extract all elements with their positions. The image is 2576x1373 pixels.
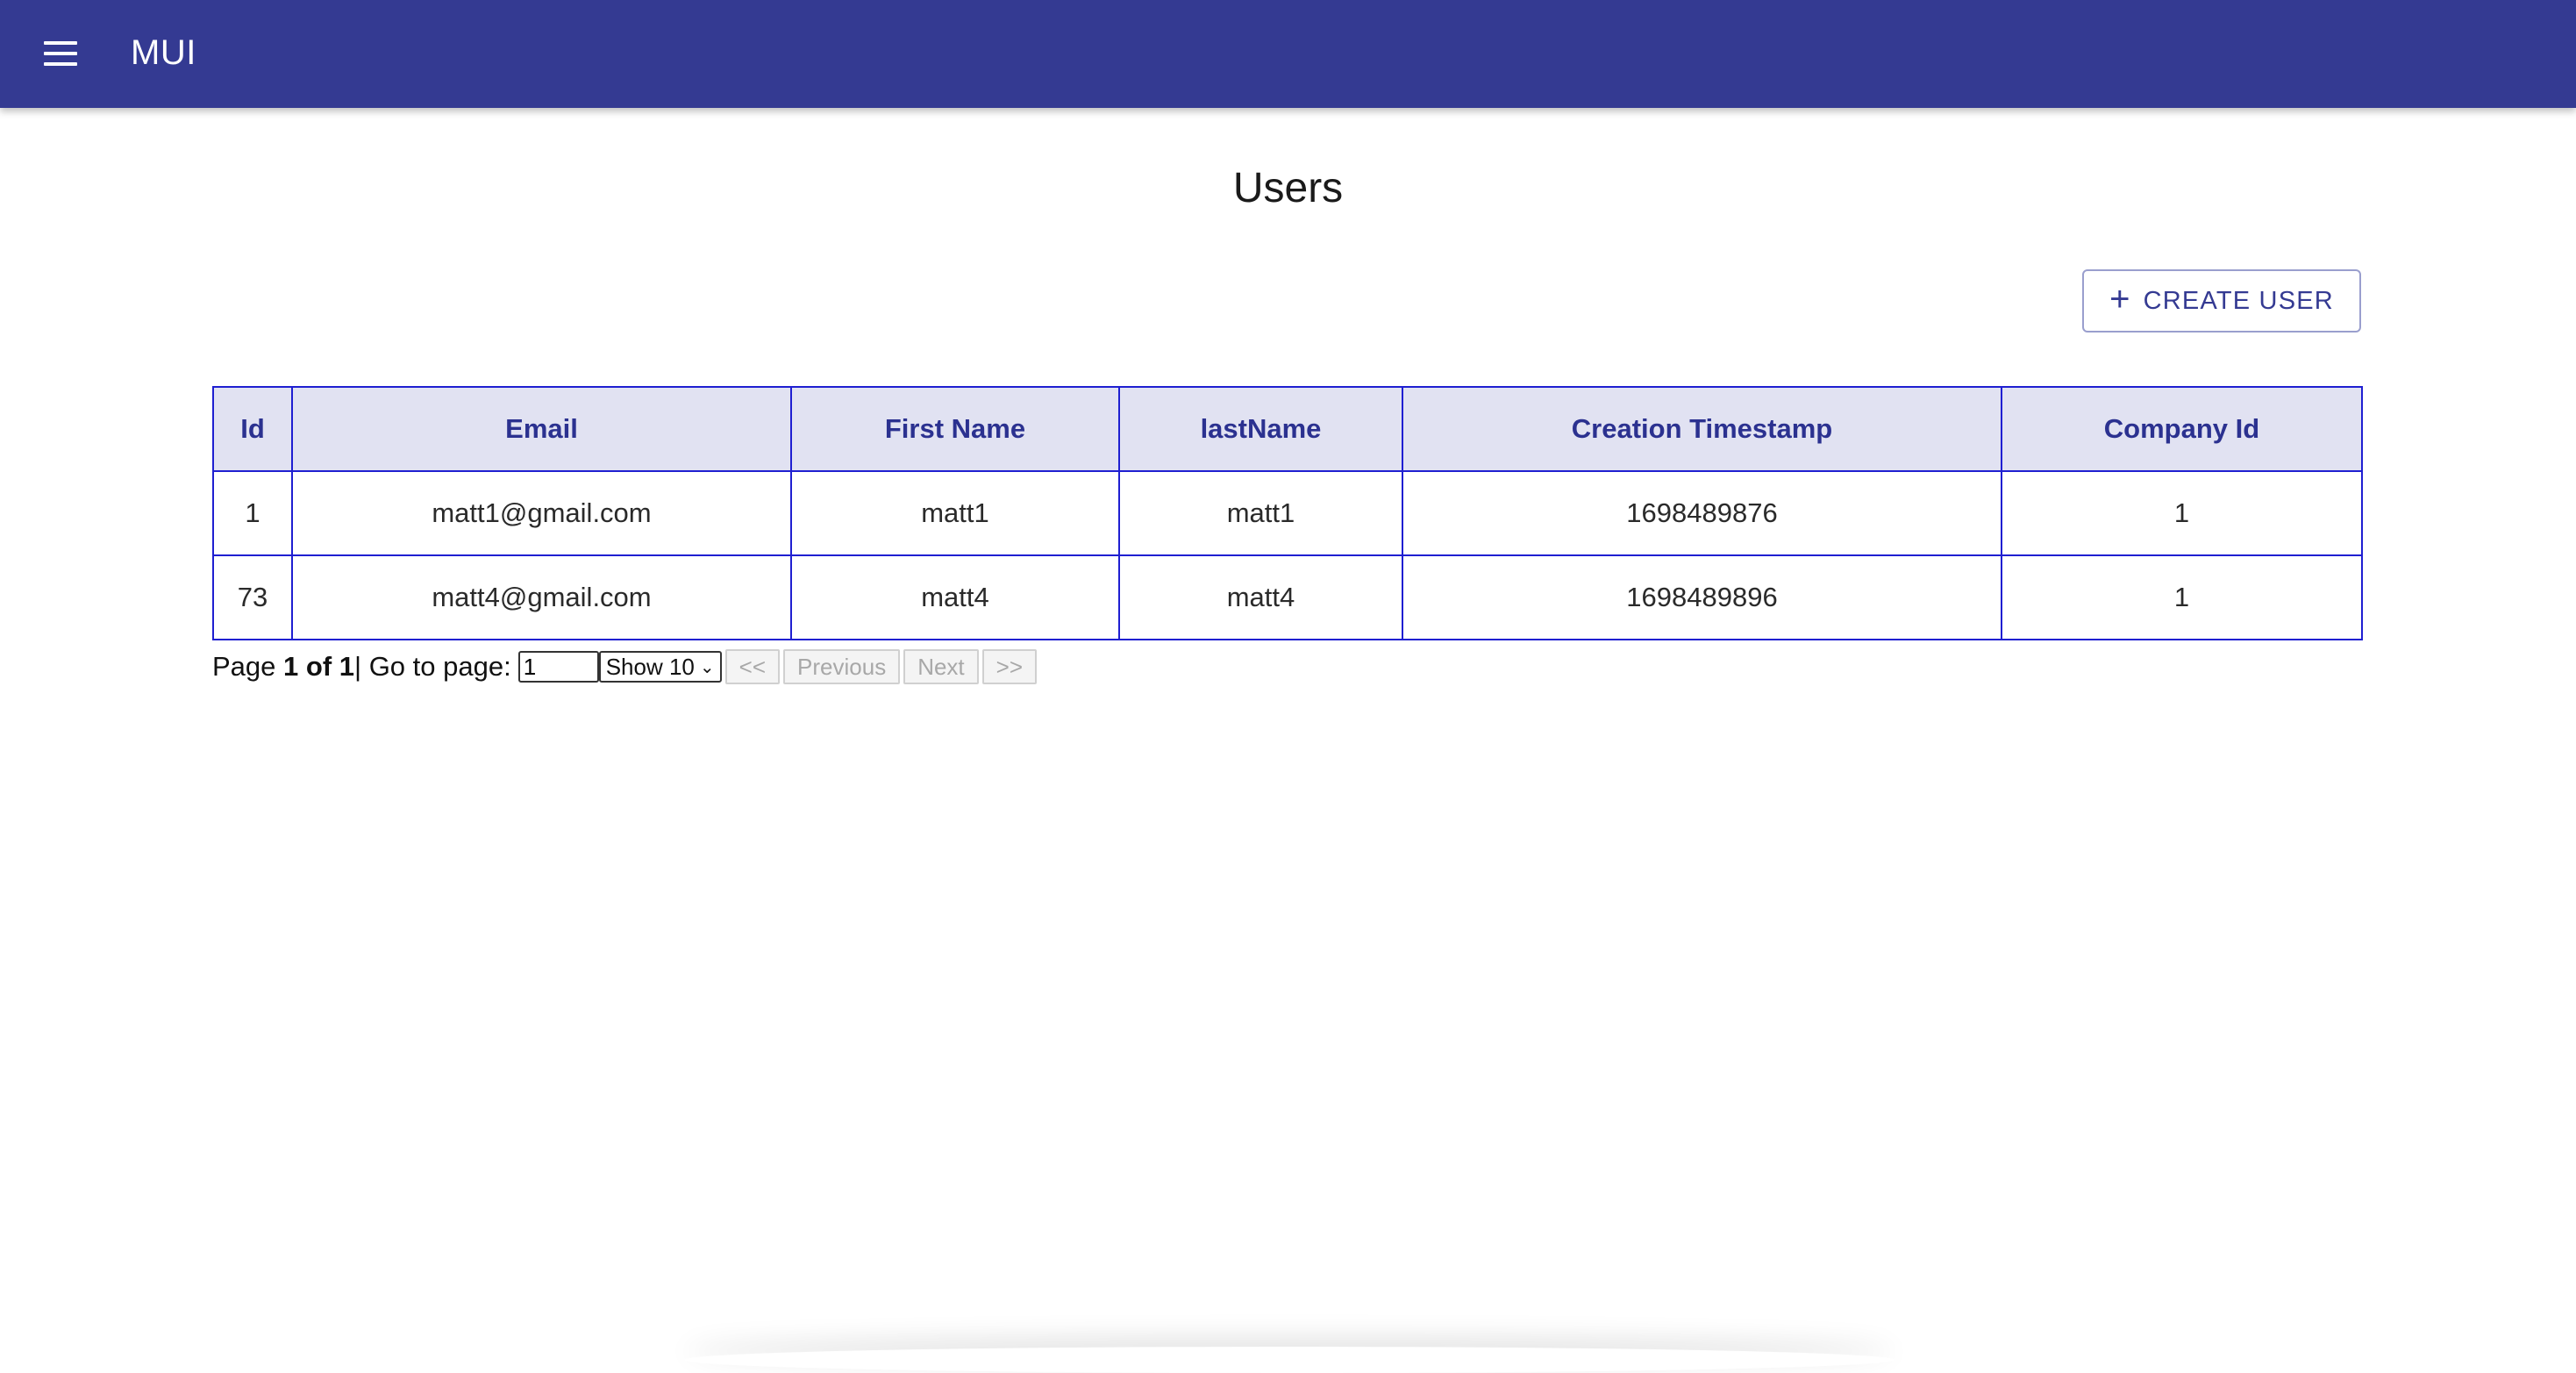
column-header-id[interactable]: Id	[212, 386, 293, 472]
cell-last-name: matt1	[1118, 470, 1403, 556]
column-header-company-id[interactable]: Company Id	[2001, 386, 2363, 472]
users-table: Id Email First Name lastName Creation Ti…	[212, 386, 2363, 640]
cell-last-name: matt4	[1118, 554, 1403, 640]
page-size-select[interactable]: Show 10 ⌄	[598, 651, 722, 683]
hamburger-menu-icon[interactable]	[37, 33, 84, 74]
column-header-last-name[interactable]: lastName	[1118, 386, 1403, 472]
first-page-button[interactable]: <<	[724, 649, 781, 684]
cell-company-id: 1	[2001, 470, 2363, 556]
previous-page-button[interactable]: Previous	[783, 649, 901, 684]
table-row[interactable]: 73 matt4@gmail.com matt4 matt4 169848989…	[212, 554, 2363, 640]
pagination-bar: Page 1 of 1| Go to page: Show 10 ⌄ << Pr…	[212, 647, 1038, 686]
create-user-label: CREATE USER	[2143, 286, 2334, 315]
cell-email: matt1@gmail.com	[291, 470, 792, 556]
page-title: Users	[1232, 165, 1344, 211]
cell-email: matt4@gmail.com	[291, 554, 792, 640]
next-page-button[interactable]: Next	[903, 649, 979, 684]
table-header-row: Id Email First Name lastName Creation Ti…	[212, 386, 2363, 472]
last-page-button[interactable]: >>	[981, 649, 1038, 684]
cell-first-name: matt4	[790, 554, 1120, 640]
column-header-first-name[interactable]: First Name	[790, 386, 1120, 472]
cell-id: 1	[212, 470, 293, 556]
cell-first-name: matt1	[790, 470, 1120, 556]
page-count: 1 of 1	[283, 651, 354, 682]
app-bar: MUI	[0, 0, 2576, 108]
bottom-shadow-decoration	[684, 1347, 1895, 1373]
create-user-button[interactable]: + CREATE USER	[2082, 269, 2361, 333]
goto-label: Go to page:	[368, 651, 511, 682]
goto-page-input[interactable]	[517, 651, 599, 683]
page-label: Page	[212, 651, 276, 682]
column-header-email[interactable]: Email	[291, 386, 792, 472]
pager-separator: |	[354, 651, 362, 682]
column-header-creation-timestamp[interactable]: Creation Timestamp	[1402, 386, 2002, 472]
cell-creation-timestamp: 1698489896	[1402, 554, 2002, 640]
app-brand: MUI	[131, 33, 196, 72]
cell-company-id: 1	[2001, 554, 2363, 640]
page-size-value: Show 10	[605, 653, 695, 680]
cell-id: 73	[212, 554, 293, 640]
table-row[interactable]: 1 matt1@gmail.com matt1 matt1 1698489876…	[212, 470, 2363, 556]
chevron-down-icon: ⌄	[699, 657, 715, 677]
cell-creation-timestamp: 1698489876	[1402, 470, 2002, 556]
plus-icon: +	[2109, 280, 2131, 318]
